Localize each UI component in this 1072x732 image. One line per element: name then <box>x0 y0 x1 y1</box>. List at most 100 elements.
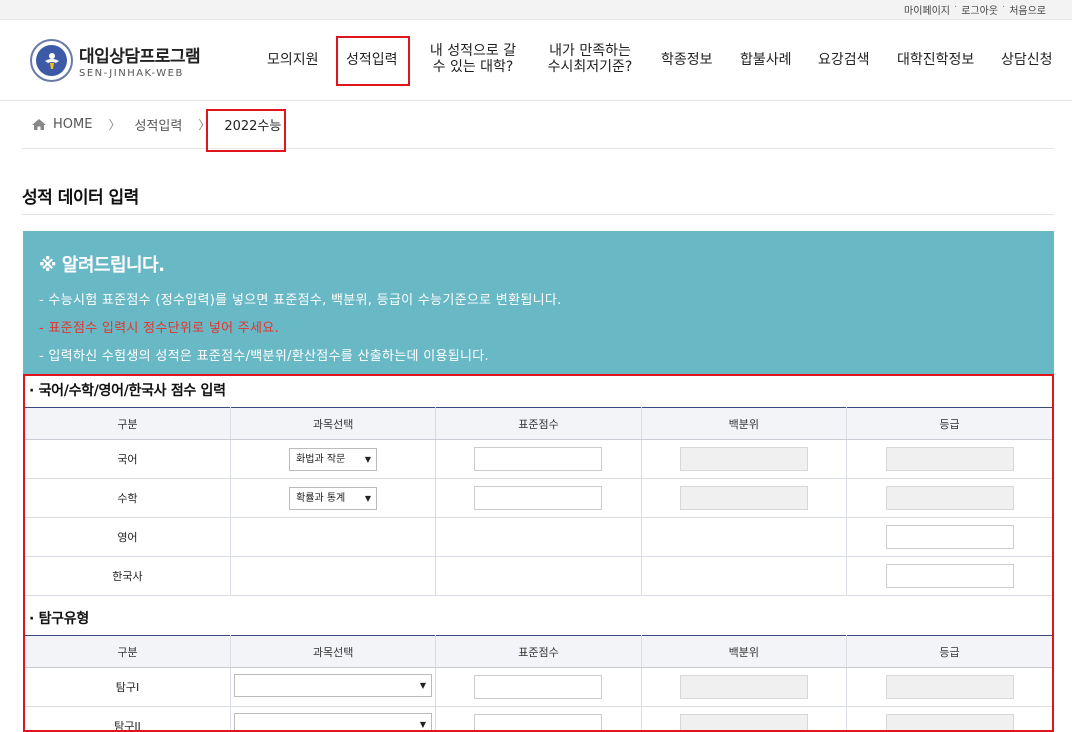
nav-university-info[interactable]: 대학진학정보 <box>897 52 974 68</box>
subject-cell: 확률과 통계 ▼ <box>230 478 437 518</box>
korean-history-grade-input[interactable] <box>885 564 1014 588</box>
math-subject-select[interactable]: 확률과 통계 ▼ <box>289 486 378 510</box>
subject-cell: 화법과 작문 ▼ <box>230 439 437 479</box>
percentile-cell <box>641 667 848 707</box>
inquiry2-grade-field <box>885 714 1014 730</box>
breadcrumb-highlight-box <box>206 109 286 152</box>
math-percentile-field <box>679 486 808 510</box>
row-label: 수학 <box>25 478 231 518</box>
breadcrumb-separator: 〉 <box>108 118 121 132</box>
site-header: 대입상담프로그램 SEN-JINHAK-WEB 모의지원 성적입력 내 성적으로… <box>0 21 1072 101</box>
nav-score-input[interactable]: 성적입력 <box>346 52 398 68</box>
korean-grade-field <box>885 447 1014 471</box>
nav-guideline-search[interactable]: 요강검색 <box>818 52 870 68</box>
core-subjects-table: 구분 과목선택 표준점수 백분위 등급 국어 화법과 작문 ▼ 수학 확률과 통… <box>25 407 1052 596</box>
english-grade-input[interactable] <box>885 525 1014 549</box>
dropdown-arrow-icon: ▼ <box>419 681 427 690</box>
logout-link[interactable]: 로그아웃 <box>961 2 998 17</box>
mypage-link[interactable]: 마이페이지 <box>904 2 950 17</box>
home-start-link[interactable]: 처음으로 <box>1009 2 1046 17</box>
table-header-row: 구분 과목선택 표준점수 백분위 등급 <box>25 407 1052 440</box>
subject-cell: ▼ <box>230 667 437 707</box>
inquiry1-standard-score-input[interactable] <box>474 675 603 699</box>
table-row-inquiry-1: 탐구I ▼ <box>25 667 1052 707</box>
korean-standard-score-input[interactable] <box>474 447 603 471</box>
percentile-cell <box>641 439 848 479</box>
select-value: 화법과 작문 <box>296 453 346 465</box>
notice-line: - 입력하신 수험생의 성적은 표준점수/백분위/환산점수를 산출하는데 이용됩… <box>39 349 489 364</box>
korean-subject-select[interactable]: 화법과 작문 ▼ <box>289 447 378 471</box>
inquiry2-subject-select[interactable]: ▼ <box>234 713 433 730</box>
breadcrumb: HOME 〉 성적입력 〉 2022수능 <box>22 101 1054 152</box>
table-header-row: 구분 과목선택 표준점수 백분위 등급 <box>25 635 1052 668</box>
dropdown-arrow-icon: ▼ <box>364 493 372 503</box>
inquiry2-standard-score-input[interactable] <box>474 714 603 730</box>
grade-cell <box>846 478 1052 518</box>
inquiry-table: 구분 과목선택 표준점수 백분위 등급 탐구I ▼ 탐구II ▼ <box>25 635 1052 730</box>
grade-cell <box>846 706 1052 730</box>
subject-cell <box>230 517 437 557</box>
nav-label-line1: 내 성적으로 갈 <box>429 43 517 59</box>
standard-score-cell <box>435 667 642 707</box>
col-header-category: 구분 <box>25 407 231 440</box>
nav-label-line2: 수 있는 대학? <box>432 59 514 75</box>
nav-susi-minimum[interactable]: 내가 만족하는 수시최저기준? <box>543 43 637 75</box>
dropdown-arrow-icon: ▼ <box>364 454 372 464</box>
korean-percentile-field <box>679 447 808 471</box>
col-header-percentile: 백분위 <box>641 407 848 440</box>
inquiry2-percentile-field <box>679 714 808 730</box>
standard-score-cell <box>435 439 642 479</box>
grade-cell <box>846 517 1052 557</box>
home-icon <box>32 119 46 130</box>
percentile-cell <box>641 706 848 730</box>
standard-score-cell <box>435 556 642 596</box>
breadcrumb-score-input[interactable]: 성적입력 <box>134 115 182 134</box>
row-label: 탐구II <box>25 706 231 730</box>
percentile-cell <box>641 556 848 596</box>
nav-my-score-universities[interactable]: 내 성적으로 갈 수 있는 대학? <box>428 43 518 75</box>
nav-label-line1: 내가 만족하는 <box>549 43 631 59</box>
table-row-korean-history: 한국사 <box>25 556 1052 596</box>
standard-score-cell <box>435 517 642 557</box>
separator-dot: · <box>954 2 958 13</box>
notice-box: ※ 알려드립니다. - 수능시험 표준점수 (정수입력)를 넣으면 표준점수, … <box>23 231 1054 374</box>
nav-pass-fail-cases[interactable]: 합불사례 <box>740 52 792 68</box>
nav-hakjong-info[interactable]: 학종정보 <box>661 52 713 68</box>
page-title: 성적 데이터 입력 <box>22 183 1054 215</box>
section-title-inquiry: · 탐구유형 <box>29 611 89 627</box>
notice-line: - 수능시험 표준점수 (정수입력)를 넣으면 표준점수, 백분위, 등급이 수… <box>39 293 562 308</box>
nav-mock-apply[interactable]: 모의지원 <box>267 52 319 68</box>
inquiry1-subject-select[interactable]: ▼ <box>234 674 433 697</box>
col-header-grade: 등급 <box>846 407 1052 440</box>
section-title-core-subjects: · 국어/수학/영어/한국사 점수 입력 <box>29 383 226 399</box>
standard-score-cell <box>435 478 642 518</box>
subject-cell <box>230 556 437 596</box>
math-standard-score-input[interactable] <box>474 486 603 510</box>
inquiry1-percentile-field <box>679 675 808 699</box>
table-row-inquiry-2: 탐구II ▼ <box>25 706 1052 730</box>
separator-dot: · <box>1002 2 1006 13</box>
nav-consult-request[interactable]: 상담신청 <box>1001 52 1053 68</box>
col-header-category: 구분 <box>25 635 231 668</box>
row-label: 탐구I <box>25 667 231 707</box>
grade-cell <box>846 667 1052 707</box>
subject-cell: ▼ <box>230 706 437 730</box>
notice-title: ※ 알려드립니다. <box>39 255 165 276</box>
inquiry1-grade-field <box>885 675 1014 699</box>
percentile-cell <box>641 517 848 557</box>
row-label: 영어 <box>25 517 231 557</box>
breadcrumb-home[interactable]: HOME <box>32 117 92 132</box>
nav-label-line2: 수시최저기준? <box>547 59 633 75</box>
col-header-standard-score: 표준점수 <box>435 407 642 440</box>
grade-cell <box>846 556 1052 596</box>
table-row-math: 수학 확률과 통계 ▼ <box>25 478 1052 518</box>
col-header-subject: 과목선택 <box>230 635 437 668</box>
table-row-english: 영어 <box>25 517 1052 557</box>
grade-cell <box>846 439 1052 479</box>
select-value: 확률과 통계 <box>296 492 346 504</box>
table-row-korean: 국어 화법과 작문 ▼ <box>25 439 1052 479</box>
standard-score-cell <box>435 706 642 730</box>
breadcrumb-home-label: HOME <box>53 117 93 132</box>
dropdown-arrow-icon: ▼ <box>419 720 427 729</box>
row-label: 한국사 <box>25 556 231 596</box>
